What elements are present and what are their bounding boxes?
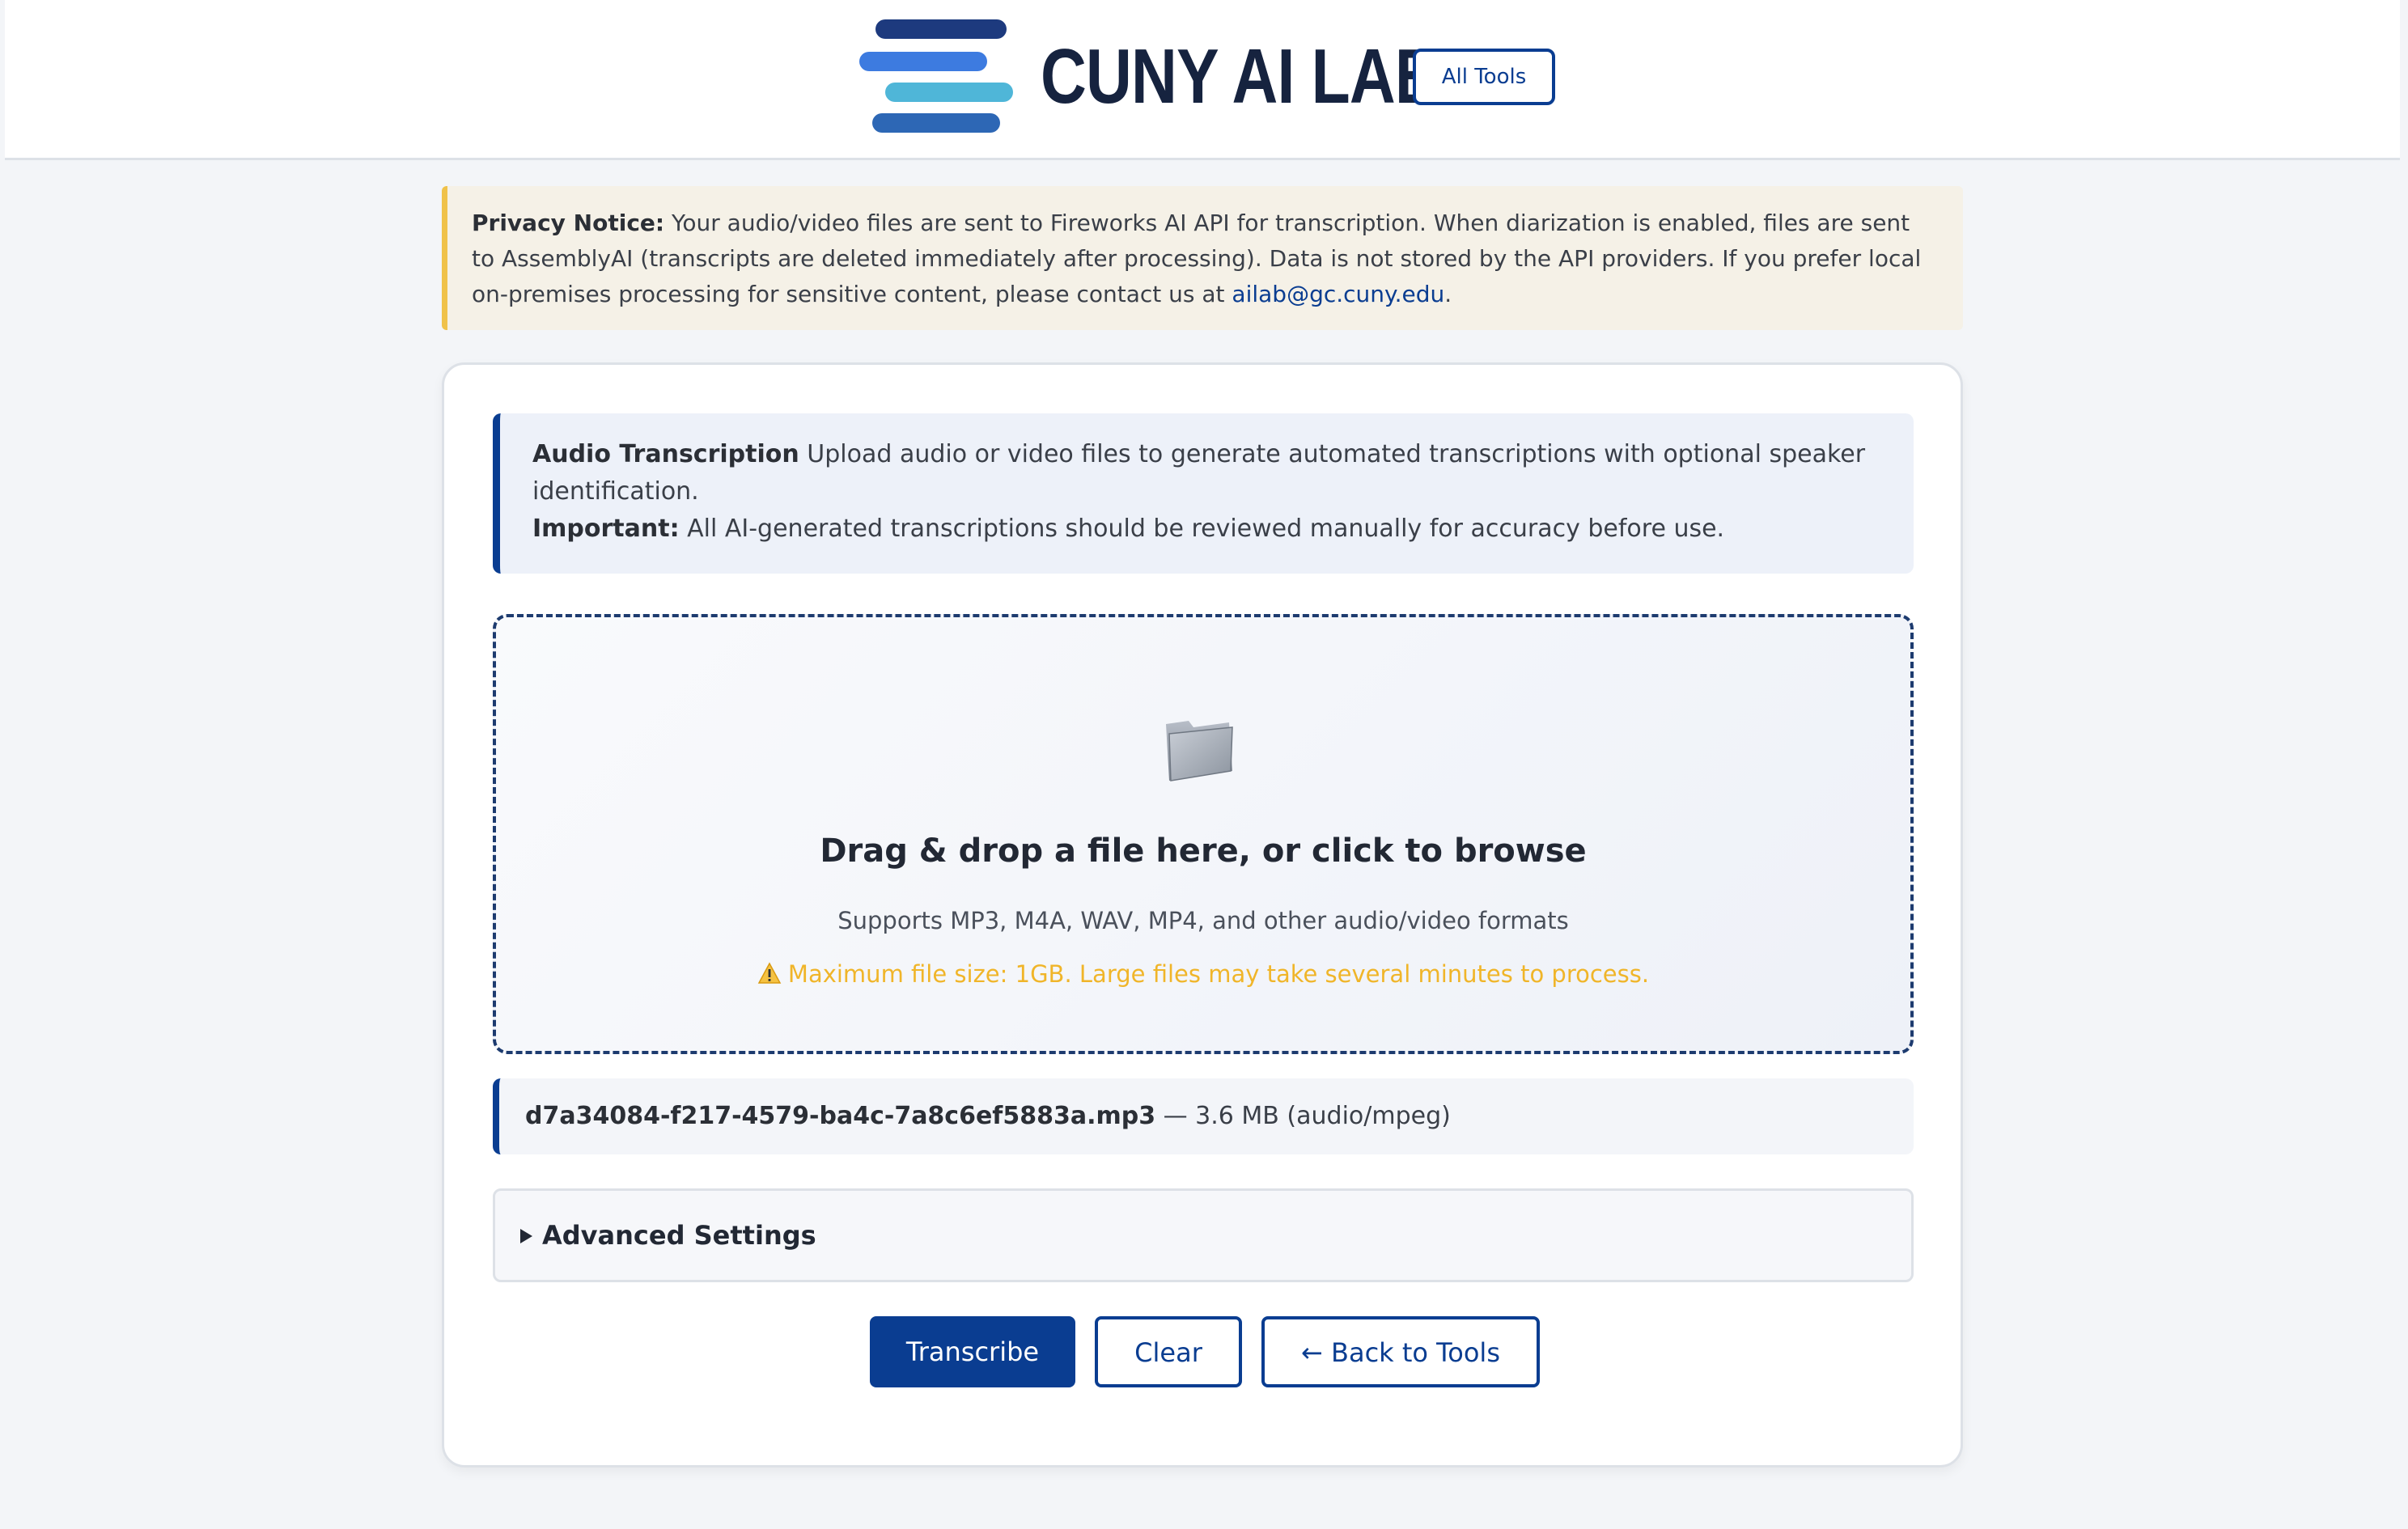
contact-email-link[interactable]: ailab@gc.cuny.edu [1232, 281, 1444, 307]
file-dropzone[interactable]: Drag & drop a file here, or click to bro… [493, 614, 1914, 1054]
dropzone-formats: Supports MP3, M4A, WAV, MP4, and other a… [837, 907, 1569, 934]
transcription-card: Audio Transcription Upload audio or vide… [442, 362, 1963, 1468]
logo-text[interactable]: CUNY AI LAB [1041, 32, 1441, 121]
warning-icon [757, 962, 782, 984]
dropzone-title: Drag & drop a file here, or click to bro… [820, 832, 1587, 870]
logo-bar-4 [872, 113, 1000, 133]
advanced-settings-toggle[interactable]: Advanced Settings [493, 1188, 1914, 1282]
intro-title: Audio Transcription [532, 440, 799, 468]
logo-bar-1 [875, 19, 1007, 39]
all-tools-button[interactable]: All Tools [1413, 49, 1555, 105]
privacy-notice-end: . [1444, 281, 1452, 307]
transcribe-button[interactable]: Transcribe [870, 1316, 1075, 1387]
privacy-notice-label: Privacy Notice: [472, 210, 665, 236]
file-size-warning-text: Maximum file size: 1GB. Large files may … [787, 960, 1650, 988]
selected-file-name: d7a34084-f217-4579-ba4c-7a8c6ef5883a.mp3 [525, 1102, 1156, 1130]
advanced-settings-label: Advanced Settings [542, 1220, 816, 1251]
intro-panel: Audio Transcription Upload audio or vide… [493, 413, 1914, 574]
logo-bar-3 [885, 83, 1013, 102]
selected-file-meta: — 3.6 MB (audio/mpeg) [1155, 1102, 1451, 1130]
privacy-notice-text: Your audio/video files are sent to Firew… [472, 210, 1922, 307]
folder-icon [1166, 721, 1233, 781]
selected-file-info: d7a34084-f217-4579-ba4c-7a8c6ef5883a.mp3… [493, 1078, 1914, 1154]
privacy-notice: Privacy Notice: Your audio/video files a… [442, 186, 1963, 330]
important-line: Important: All AI-generated transcriptio… [532, 510, 1881, 548]
expand-triangle-icon [520, 1229, 532, 1243]
logo-bar-2 [859, 52, 987, 71]
important-text: All AI-generated transcriptions should b… [679, 515, 1725, 543]
important-label: Important: [532, 515, 680, 543]
clear-button[interactable]: Clear [1095, 1316, 1242, 1387]
intro-line: Audio Transcription Upload audio or vide… [532, 436, 1881, 510]
logo-mark-icon[interactable] [854, 19, 1016, 138]
back-to-tools-button[interactable]: ← Back to Tools [1261, 1316, 1540, 1387]
site-header: CUNY AI LAB All Tools [5, 0, 2400, 160]
file-size-warning: Maximum file size: 1GB. Large files may … [496, 960, 1910, 988]
